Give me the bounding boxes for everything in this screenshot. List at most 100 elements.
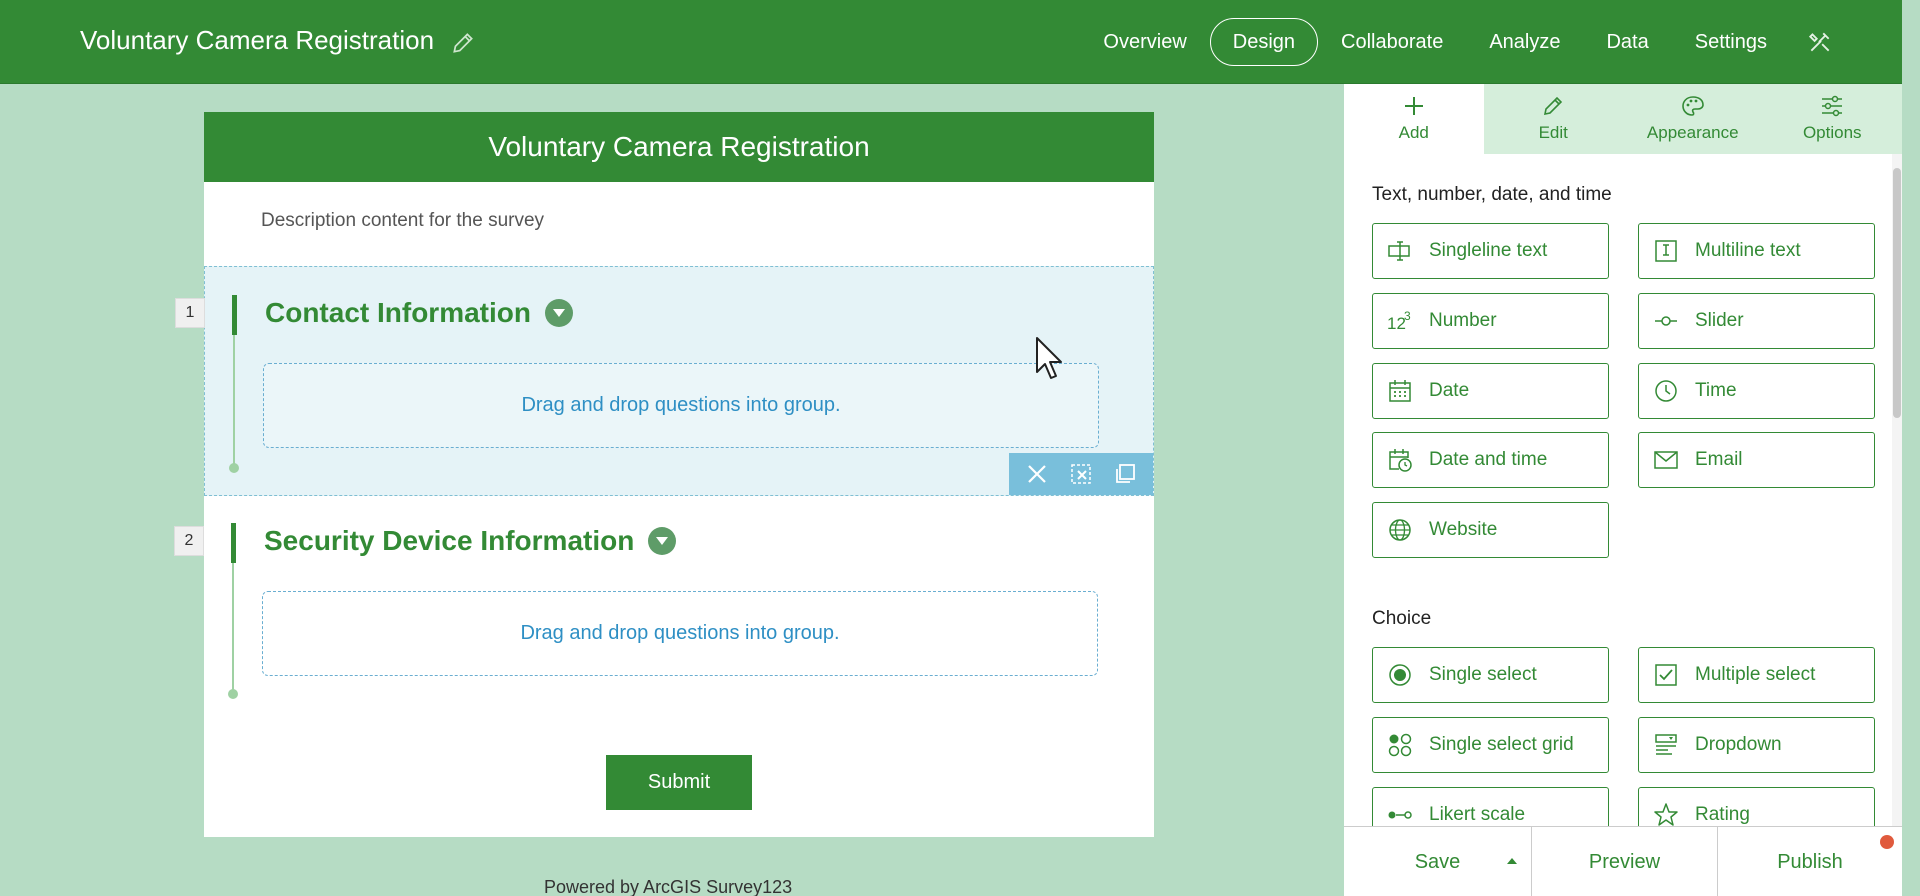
delete-close-icon[interactable]: [1021, 458, 1053, 490]
group-number: 2: [174, 526, 204, 556]
preview-label: Preview: [1588, 850, 1661, 873]
top-bar: Voluntary Camera Registration Overview D…: [0, 0, 1902, 84]
nav-settings[interactable]: Settings: [1672, 18, 1790, 66]
save-label: Save: [1414, 850, 1461, 873]
tools-icon[interactable]: [1796, 18, 1844, 66]
tab-label: Options: [1802, 123, 1862, 142]
form-header[interactable]: Voluntary Camera Registration: [204, 112, 1154, 182]
main-nav: Overview Design Collaborate Analyze Data…: [1080, 18, 1844, 66]
group-title[interactable]: Contact Information: [265, 297, 573, 329]
button-label: Rating: [1695, 804, 1750, 825]
edit-title-pencil-icon[interactable]: [450, 30, 476, 56]
chevron-down-icon[interactable]: [648, 527, 677, 555]
button-label: Website: [1429, 519, 1498, 540]
submit-button[interactable]: Submit: [606, 755, 752, 810]
group-accent-bar: [232, 295, 237, 335]
add-single-select-button[interactable]: Single select: [1372, 647, 1609, 703]
star-icon: [1651, 800, 1681, 826]
add-date-button[interactable]: Date: [1372, 363, 1609, 419]
group-dropzone[interactable]: Drag and drop questions into group.: [262, 591, 1098, 676]
panel-tabs: Add Edit Appearance Options: [1344, 84, 1902, 154]
survey-form: Voluntary Camera Registration Descriptio…: [174, 112, 1154, 837]
form-description[interactable]: Description content for the survey: [261, 210, 544, 232]
add-date-and-time-button[interactable]: Date and time: [1372, 432, 1609, 488]
nav-overview[interactable]: Overview: [1080, 18, 1209, 66]
powered-by-text: Powered by ArcGIS Survey123: [544, 877, 793, 896]
group-line: [232, 563, 234, 693]
button-label: Multiple select: [1695, 664, 1816, 685]
add-dropdown-button[interactable]: Dropdown: [1638, 717, 1875, 773]
tab-label: Edit: [1538, 123, 1568, 142]
radio-icon: [1385, 660, 1415, 690]
publish-button[interactable]: Publish: [1718, 827, 1902, 896]
group-line: [233, 335, 235, 467]
button-label: Dropdown: [1695, 734, 1782, 755]
palette-icon: [1681, 96, 1704, 116]
save-options-caret-icon[interactable]: [1507, 858, 1517, 864]
group-title[interactable]: Security Device Information: [264, 525, 677, 557]
button-label: Singleline text: [1429, 240, 1548, 261]
nav-data[interactable]: Data: [1583, 18, 1671, 66]
pencil-icon: [1544, 96, 1563, 116]
group-title-text: Contact Information: [265, 297, 531, 328]
duplicate-icon[interactable]: [1109, 458, 1141, 490]
tab-options[interactable]: Options: [1762, 84, 1902, 154]
design-side-panel: Add Edit Appearance Options Text, number…: [1344, 84, 1902, 896]
add-email-button[interactable]: Email: [1638, 432, 1875, 488]
globe-icon: [1385, 515, 1415, 545]
nav-analyze[interactable]: Analyze: [1466, 18, 1583, 66]
group-dropzone[interactable]: Drag and drop questions into group.: [263, 363, 1099, 448]
save-button[interactable]: Save: [1344, 827, 1532, 896]
add-website-button[interactable]: Website: [1372, 502, 1609, 558]
add-slider-button[interactable]: Slider: [1638, 293, 1875, 349]
tab-label: Appearance: [1646, 123, 1739, 142]
button-label: Single select grid: [1429, 734, 1574, 755]
chevron-down-icon[interactable]: [545, 299, 573, 327]
group-toolbar: [1009, 453, 1153, 495]
button-label: Time: [1695, 380, 1737, 401]
group-number: 1: [175, 298, 205, 328]
checkbox-icon: [1651, 660, 1681, 690]
sliders-icon: [1822, 95, 1843, 117]
button-label: Date and time: [1429, 449, 1548, 470]
add-multiline-text-button[interactable]: Multiline text: [1638, 223, 1875, 279]
add-number-button[interactable]: 12 3 Number: [1372, 293, 1609, 349]
group-security-device-information[interactable]: 2 Security Device Information Drag and d…: [174, 496, 1154, 716]
tab-label: Add: [1398, 123, 1429, 142]
button-label: Single select: [1429, 664, 1537, 685]
nav-collaborate[interactable]: Collaborate: [1318, 18, 1466, 66]
section-title-choice: Choice: [1372, 608, 1432, 629]
button-label: Slider: [1695, 310, 1744, 331]
envelope-icon: [1651, 445, 1681, 475]
singleline-text-icon: [1385, 236, 1415, 266]
ungroup-icon[interactable]: [1065, 458, 1097, 490]
panel-footer: Save Preview Publish: [1344, 826, 1902, 896]
svg-text:3: 3: [1404, 309, 1411, 323]
add-single-select-grid-button[interactable]: Single select grid: [1372, 717, 1609, 773]
add-likert-scale-button[interactable]: Likert scale: [1372, 787, 1609, 826]
group-end-dot: [228, 689, 238, 699]
tab-add[interactable]: Add: [1344, 84, 1484, 154]
nav-design[interactable]: Design: [1209, 18, 1319, 66]
group-contact-information[interactable]: 1 Contact Information Drag and drop ques…: [175, 266, 1154, 496]
slider-icon: [1651, 306, 1681, 336]
button-label: Multiline text: [1695, 240, 1801, 261]
tab-edit[interactable]: Edit: [1483, 84, 1623, 154]
button-label: Number: [1429, 310, 1497, 331]
preview-button[interactable]: Preview: [1532, 827, 1718, 896]
plus-icon: [1404, 97, 1423, 115]
button-label: Date: [1429, 380, 1470, 401]
add-time-button[interactable]: Time: [1638, 363, 1875, 419]
clock-icon: [1651, 376, 1681, 406]
add-multiple-select-button[interactable]: Multiple select: [1638, 647, 1875, 703]
question-types-list[interactable]: Text, number, date, and time Singleline …: [1344, 154, 1902, 826]
tab-appearance[interactable]: Appearance: [1623, 84, 1763, 154]
add-singleline-text-button[interactable]: Singleline text: [1372, 223, 1609, 279]
group-end-dot: [229, 463, 239, 473]
grid-icon: [1385, 730, 1415, 760]
mouse-cursor-icon: [1035, 336, 1065, 382]
panel-scrollbar-thumb[interactable]: [1893, 168, 1901, 418]
number-icon: 12 3: [1385, 306, 1415, 336]
add-rating-button[interactable]: Rating: [1638, 787, 1875, 826]
publish-label: Publish: [1777, 850, 1843, 873]
